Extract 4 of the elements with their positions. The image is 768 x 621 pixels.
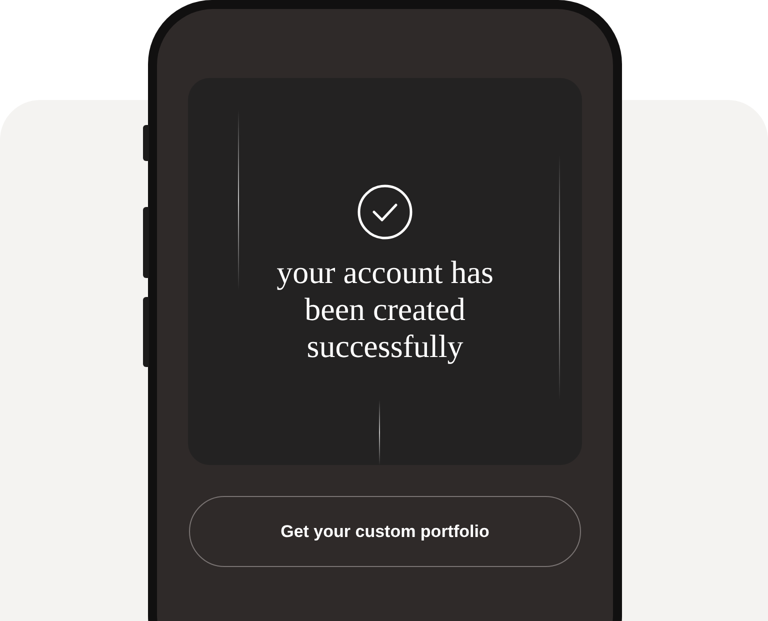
portfolio-button[interactable]: Get your custom portfolio <box>189 496 581 567</box>
check-circle-icon <box>357 184 413 240</box>
decor-line <box>379 400 380 465</box>
success-message: your account has been created successfully <box>276 254 494 365</box>
